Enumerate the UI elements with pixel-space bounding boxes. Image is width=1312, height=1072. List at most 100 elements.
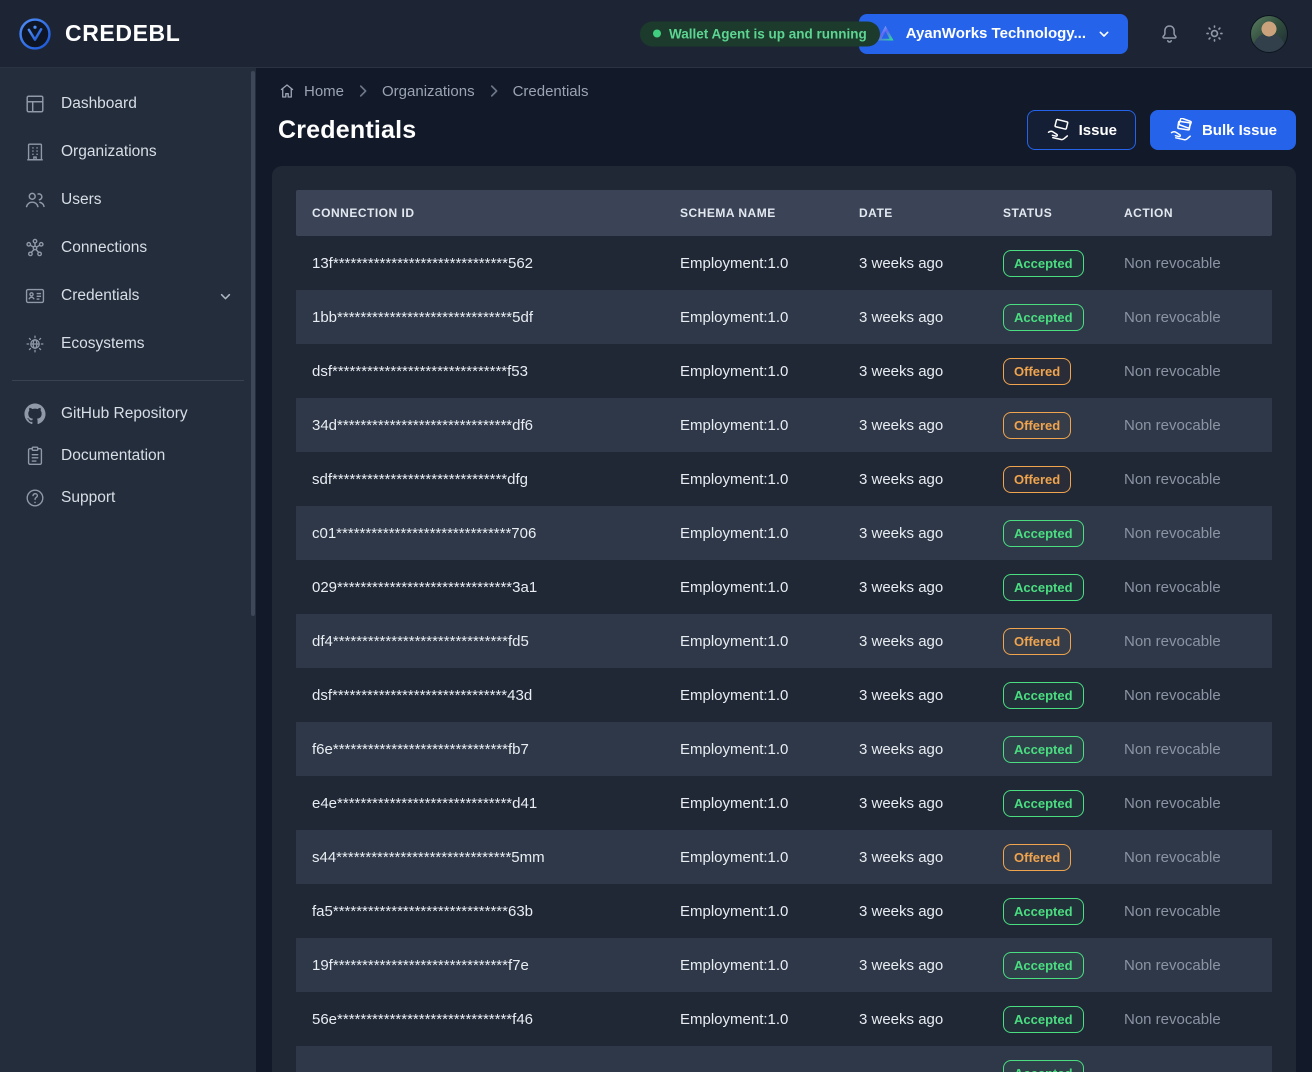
cell-schema: Employment:1.0 xyxy=(664,471,843,488)
table-row: Accepted xyxy=(296,1046,1272,1072)
cell-connection-id: e4e******************************d41 xyxy=(296,795,664,812)
breadcrumb: Home Organizations Credentials xyxy=(272,82,1296,100)
cell-date: 3 weeks ago xyxy=(843,903,987,920)
connections-icon xyxy=(24,237,46,259)
notifications-button[interactable] xyxy=(1158,22,1181,45)
chevron-right-icon xyxy=(485,82,503,100)
sidebar-item-organizations[interactable]: Organizations xyxy=(0,128,256,176)
sidebar-item-support[interactable]: Support xyxy=(0,477,256,519)
sidebar-item-github-repository[interactable]: GitHub Repository xyxy=(0,393,256,435)
breadcrumb-label: Credentials xyxy=(513,83,589,100)
bulk-issue-button-label: Bulk Issue xyxy=(1202,122,1277,139)
breadcrumb-home[interactable]: Home xyxy=(278,82,344,100)
cell-status: Offered xyxy=(987,844,1108,871)
cell-connection-id: dsf******************************f53 xyxy=(296,363,664,380)
status-badge: Offered xyxy=(1003,466,1071,493)
cell-connection-id: sdf******************************dfg xyxy=(296,471,664,488)
cell-schema: Employment:1.0 xyxy=(664,579,843,596)
main-content: Home Organizations Credentials Credentia… xyxy=(256,68,1312,1072)
theme-toggle-button[interactable] xyxy=(1203,22,1226,45)
bulk-issue-button[interactable]: Bulk Issue xyxy=(1150,110,1296,150)
cell-status: Accepted xyxy=(987,250,1108,277)
navbar-right: AyanWorks Technology... xyxy=(859,14,1288,54)
cell-action: Non revocable xyxy=(1108,525,1272,542)
sidebar-item-credentials[interactable]: Credentials xyxy=(0,272,256,320)
status-badge: Accepted xyxy=(1003,736,1084,763)
cell-action: Non revocable xyxy=(1108,741,1272,758)
cell-date: 3 weeks ago xyxy=(843,849,987,866)
sidebar-item-dashboard[interactable]: Dashboard xyxy=(0,80,256,128)
issue-button[interactable]: Issue xyxy=(1027,110,1136,150)
sidebar-item-documentation[interactable]: Documentation xyxy=(0,435,256,477)
cell-status: Accepted xyxy=(987,304,1108,331)
table-row: dsf******************************43d Emp… xyxy=(296,668,1272,722)
cell-action: Non revocable xyxy=(1108,849,1272,866)
cell-status: Offered xyxy=(987,466,1108,493)
cell-connection-id: 029******************************3a1 xyxy=(296,579,664,596)
organization-switcher-button[interactable]: AyanWorks Technology... xyxy=(859,14,1128,54)
sidebar-scrollbar[interactable] xyxy=(251,71,255,616)
status-badge: Accepted xyxy=(1003,304,1084,331)
cell-schema: Employment:1.0 xyxy=(664,309,843,326)
cell-action: Non revocable xyxy=(1108,363,1272,380)
wallet-status-badge: Wallet Agent is up and running xyxy=(640,21,880,46)
status-badge: Accepted xyxy=(1003,1006,1084,1033)
chevron-right-icon xyxy=(354,82,372,100)
table-row: fa5******************************63b Emp… xyxy=(296,884,1272,938)
page-title: Credentials xyxy=(278,116,416,145)
credentials-table-card: CONNECTION ID SCHEMA NAME DATE STATUS AC… xyxy=(272,166,1296,1072)
issue-card-hand-icon xyxy=(1046,118,1070,142)
user-avatar[interactable] xyxy=(1250,15,1288,53)
cell-connection-id: 34d******************************df6 xyxy=(296,417,664,434)
sidebar: Dashboard Organizations Users xyxy=(0,68,256,1072)
brand[interactable]: CREDEBL xyxy=(18,17,180,51)
table-row: sdf******************************dfg Emp… xyxy=(296,452,1272,506)
status-badge: Accepted xyxy=(1003,1060,1084,1072)
column-header-connection-id: CONNECTION ID xyxy=(296,206,664,220)
cell-action: Non revocable xyxy=(1108,255,1272,272)
chevron-down-icon xyxy=(217,288,234,305)
title-actions: Issue Bulk Issue xyxy=(1027,110,1296,150)
cell-connection-id: 13f******************************562 xyxy=(296,255,664,272)
table-row: 029******************************3a1 Emp… xyxy=(296,560,1272,614)
sidebar-item-connections[interactable]: Connections xyxy=(0,224,256,272)
bell-icon xyxy=(1158,22,1181,45)
sidebar-item-users[interactable]: Users xyxy=(0,176,256,224)
status-badge: Accepted xyxy=(1003,574,1084,601)
status-badge: Offered xyxy=(1003,844,1071,871)
breadcrumb-organizations[interactable]: Organizations xyxy=(382,83,475,100)
sidebar-item-label: Users xyxy=(61,191,234,209)
cell-action: Non revocable xyxy=(1108,309,1272,326)
cell-connection-id: dsf******************************43d xyxy=(296,687,664,704)
cell-status: Accepted xyxy=(987,682,1108,709)
cell-status: Offered xyxy=(987,628,1108,655)
cell-action: Non revocable xyxy=(1108,417,1272,434)
cell-schema: Employment:1.0 xyxy=(664,255,843,272)
cell-date: 3 weeks ago xyxy=(843,417,987,434)
column-header-action: ACTION xyxy=(1108,206,1272,220)
sidebar-item-label: GitHub Repository xyxy=(61,405,234,423)
cell-action: Non revocable xyxy=(1108,579,1272,596)
cell-schema: Employment:1.0 xyxy=(664,633,843,650)
cell-date: 3 weeks ago xyxy=(843,471,987,488)
status-badge: Offered xyxy=(1003,358,1071,385)
cell-status: Accepted xyxy=(987,1006,1108,1033)
cell-action: Non revocable xyxy=(1108,471,1272,488)
table-row: s44******************************5mm Emp… xyxy=(296,830,1272,884)
cell-schema: Employment:1.0 xyxy=(664,417,843,434)
table-row: c01******************************706 Emp… xyxy=(296,506,1272,560)
title-row: Credentials Issue xyxy=(272,110,1296,150)
breadcrumb-credentials[interactable]: Credentials xyxy=(513,83,589,100)
sidebar-item-ecosystems[interactable]: Ecosystems xyxy=(0,320,256,368)
status-badge: Accepted xyxy=(1003,682,1084,709)
cell-connection-id: s44******************************5mm xyxy=(296,849,664,866)
sidebar-item-label: Connections xyxy=(61,239,234,257)
cell-status: Accepted xyxy=(987,1060,1108,1072)
table-body: 13f******************************562 Emp… xyxy=(296,236,1272,1072)
cell-schema: Employment:1.0 xyxy=(664,741,843,758)
cell-action: Non revocable xyxy=(1108,687,1272,704)
credebl-app: { "navbar": { "brand": "CREDEBL", "walle… xyxy=(0,0,1312,1072)
column-header-schema-name: SCHEMA NAME xyxy=(664,206,843,220)
sidebar-item-label: Documentation xyxy=(61,447,234,465)
cell-schema: Employment:1.0 xyxy=(664,849,843,866)
